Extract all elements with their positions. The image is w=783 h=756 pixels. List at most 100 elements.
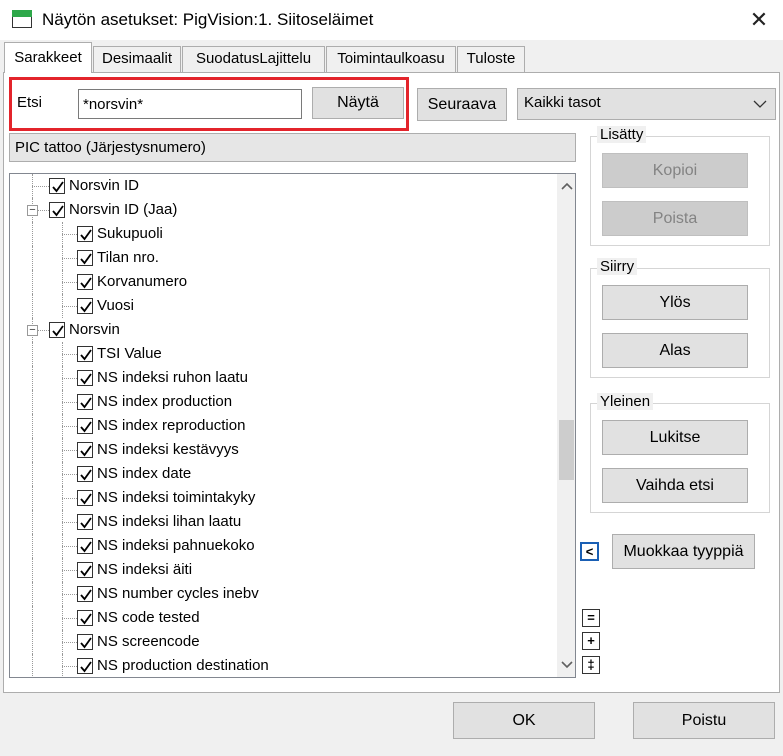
collapse-node-icon[interactable]: − [27, 205, 38, 216]
tab-suodatuslajittelu[interactable]: SuodatusLajittelu [182, 46, 325, 72]
tree-item-label: NS index reproduction [97, 417, 246, 434]
tree-connector [62, 378, 77, 379]
tree-connector [62, 354, 77, 355]
collapse-node-icon[interactable]: − [27, 325, 38, 336]
tree-connector [62, 546, 77, 547]
tree-item-label: NS indeksi toimintakyky [97, 489, 256, 506]
tree-connector [32, 630, 33, 654]
tree-item[interactable]: NS index reproduction [10, 414, 550, 438]
tree-item[interactable]: Korvanumero [10, 270, 550, 294]
tree-item[interactable]: NS index date [10, 462, 550, 486]
remove-button[interactable]: Poista [602, 201, 748, 236]
selected-field[interactable]: PIC tattoo (Järjestysnumero) [9, 133, 576, 162]
tree-connector [32, 270, 33, 294]
edit-type-button[interactable]: Muokkaa tyyppiä [612, 534, 755, 569]
tree-connector [62, 642, 77, 643]
tree-item[interactable]: NS indeksi toimintakyky [10, 486, 550, 510]
general-group-title: Yleinen [597, 393, 654, 410]
collapse-icon[interactable]: < [580, 542, 599, 561]
tree-checkbox[interactable] [49, 202, 65, 218]
tree-item[interactable]: NS code tested [10, 606, 550, 630]
tree-checkbox[interactable] [77, 490, 93, 506]
tree-checkbox[interactable] [77, 394, 93, 410]
tree-checkbox[interactable] [77, 658, 93, 674]
scroll-down-icon[interactable] [557, 655, 575, 675]
double-dagger-icon[interactable]: ‡ [582, 656, 600, 674]
tree-connector [62, 282, 77, 283]
tree-item-label: NS screencode [97, 633, 200, 650]
tree-connector [62, 258, 77, 259]
tree-item[interactable]: NS indeksi pahnuekoko [10, 534, 550, 558]
tree-checkbox[interactable] [77, 514, 93, 530]
tree-checkbox[interactable] [49, 178, 65, 194]
scroll-thumb[interactable] [559, 420, 574, 480]
tree-checkbox[interactable] [77, 346, 93, 362]
tree-checkbox[interactable] [77, 250, 93, 266]
tree-checkbox[interactable] [77, 466, 93, 482]
tab-desimaalit[interactable]: Desimaalit [93, 46, 181, 72]
tree-connector [62, 522, 77, 523]
tree-item-label: Norsvin ID [69, 177, 140, 194]
move-group-title: Siirry [597, 258, 638, 275]
exit-button[interactable]: Poistu [633, 702, 775, 739]
tree-checkbox[interactable] [77, 634, 93, 650]
tree-item-label: NS number cycles inebv [97, 585, 259, 602]
tree-checkbox[interactable] [77, 418, 93, 434]
tree-item[interactable]: Norsvin ID [10, 174, 550, 198]
tree-item[interactable]: NS indeksi lihan laatu [10, 510, 550, 534]
search-highlight [9, 77, 409, 131]
tree-connector [32, 582, 33, 606]
tree-item-label: Tilan nro. [97, 249, 159, 266]
tree-item[interactable]: NS production destination [10, 654, 550, 677]
tree-connector [32, 462, 33, 486]
tree-checkbox[interactable] [77, 562, 93, 578]
lock-button[interactable]: Lukitse [602, 420, 748, 455]
tree-checkbox[interactable] [77, 370, 93, 386]
tree-item[interactable]: Vuosi [10, 294, 550, 318]
tree-item[interactable]: NS number cycles inebv [10, 582, 550, 606]
tree-item-label: NS indeksi ruhon laatu [97, 369, 248, 386]
tab-toimintaulkoasu[interactable]: Toimintaulkoasu [326, 46, 456, 72]
add-icon[interactable]: + [582, 632, 600, 650]
copy-button[interactable]: Kopioi [602, 153, 748, 188]
level-select[interactable]: Kaikki tasot [517, 88, 776, 120]
tree-item[interactable]: − Norsvin ID (Jaa) [10, 198, 550, 222]
tree-checkbox[interactable] [49, 322, 65, 338]
tree-item[interactable]: Sukupuoli [10, 222, 550, 246]
tree-item[interactable]: − Norsvin [10, 318, 550, 342]
tree-item[interactable]: NS screencode [10, 630, 550, 654]
tree-item[interactable]: NS index production [10, 390, 550, 414]
level-select-value: Kaikki tasot [524, 94, 601, 111]
tree-checkbox[interactable] [77, 442, 93, 458]
tab-tuloste[interactable]: Tuloste [457, 46, 525, 72]
tree-item[interactable]: NS indeksi äiti [10, 558, 550, 582]
window-title: Näytön asetukset: PigVision:1. Siitoselä… [42, 10, 374, 29]
tree-checkbox[interactable] [77, 610, 93, 626]
tree-scrollbar[interactable] [557, 174, 575, 677]
equal-width-icon[interactable]: = [582, 609, 600, 627]
tab-sarakkeet[interactable]: Sarakkeet [4, 42, 92, 73]
ok-button[interactable]: OK [453, 702, 595, 739]
tree-checkbox[interactable] [77, 538, 93, 554]
tree-checkbox[interactable] [77, 274, 93, 290]
move-up-button[interactable]: Ylös [602, 285, 748, 320]
tree-connector [62, 570, 77, 571]
tree-connector [32, 606, 33, 630]
tree-item[interactable]: TSI Value [10, 342, 550, 366]
tree-item-label: NS indeksi lihan laatu [97, 513, 242, 530]
move-down-button[interactable]: Alas [602, 333, 748, 368]
next-button[interactable]: Seuraava [417, 88, 507, 121]
tree-checkbox[interactable] [77, 586, 93, 602]
tree-item[interactable]: Tilan nro. [10, 246, 550, 270]
tree-connector [32, 342, 33, 366]
tree-connector [62, 618, 77, 619]
switch-search-button[interactable]: Vaihda etsi [602, 468, 748, 503]
close-icon[interactable]: ✕ [745, 6, 773, 34]
tree-checkbox[interactable] [77, 298, 93, 314]
tree-connector [32, 558, 33, 582]
tree-checkbox[interactable] [77, 226, 93, 242]
tree-item[interactable]: NS indeksi ruhon laatu [10, 366, 550, 390]
tree-item[interactable]: NS indeksi kestävyys [10, 438, 550, 462]
column-tree[interactable]: Norsvin ID − Norsvin ID (Jaa) Sukupuoli Tila… [9, 173, 576, 678]
scroll-up-icon[interactable] [557, 176, 575, 196]
